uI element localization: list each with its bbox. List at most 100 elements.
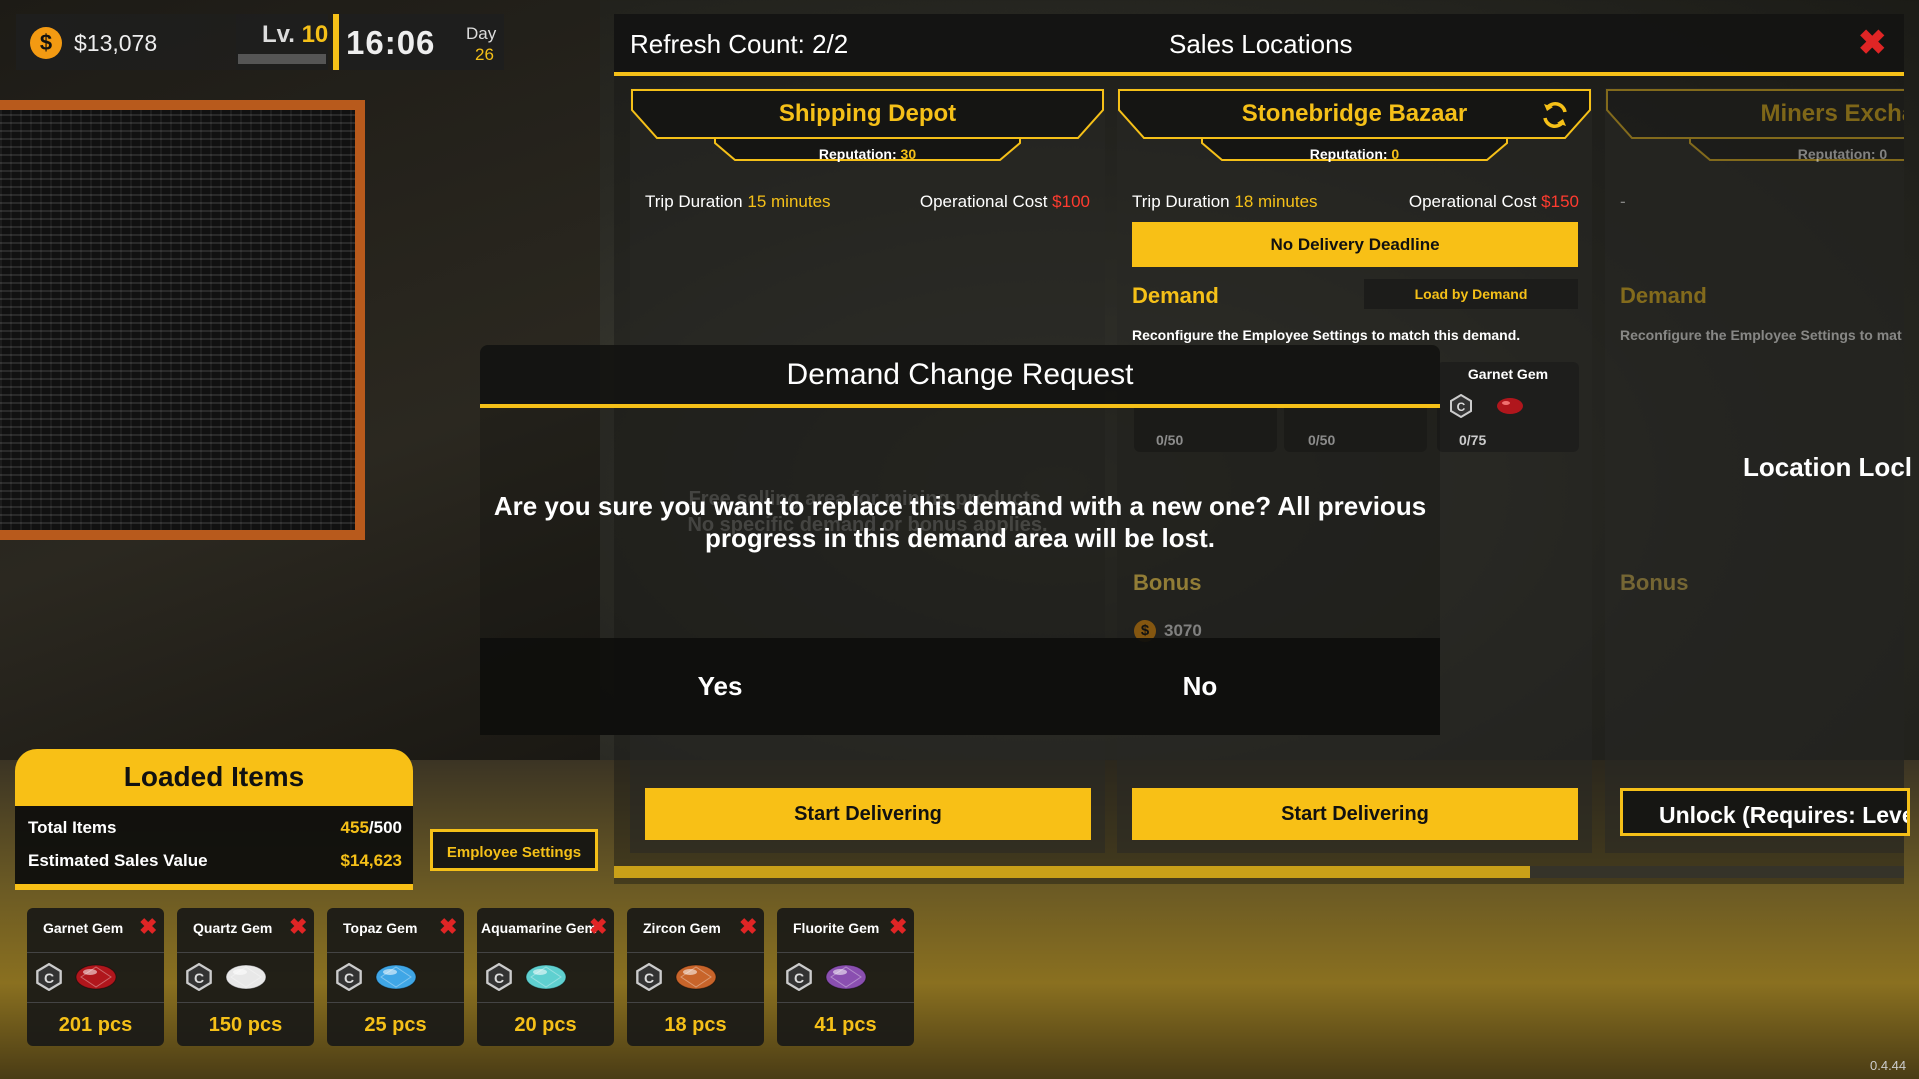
estimated-value-label: Estimated Sales Value [28, 851, 208, 870]
dialog-message-line: progress in this demand area will be los… [704, 523, 1216, 553]
loaded-items-title: Loaded Items [123, 761, 305, 792]
loaded-gem-card: Quartz Gem ✖ C 150 pcs [177, 908, 314, 1046]
gem-divider [627, 1002, 764, 1003]
sales-title: Sales Locations [1169, 29, 1353, 59]
gem-icon [223, 962, 269, 997]
common-badge-icon: C [1449, 393, 1473, 423]
cost-value: $100 [1052, 192, 1090, 211]
trip-duration: Trip Duration 18 minutes [1132, 192, 1318, 212]
money-value: $13,078 [74, 30, 158, 56]
gem-divider [327, 1002, 464, 1003]
reputation-value: 0 [1879, 146, 1888, 162]
reputation-label: Reputation: [818, 146, 897, 162]
employee-settings-button[interactable]: Employee Settings [430, 829, 598, 871]
coin-icon: $ [30, 27, 62, 59]
refresh-demand-icon[interactable] [1540, 100, 1570, 135]
remove-gem-icon[interactable]: ✖ [889, 914, 907, 940]
close-icon[interactable]: ✖ [1858, 26, 1887, 60]
svg-text:C: C [344, 970, 354, 986]
common-badge-icon: C [785, 962, 813, 996]
gem-quantity: 41 pcs [814, 1014, 877, 1036]
reputation-label: Reputation: [1309, 146, 1388, 162]
gem-quantity: 25 pcs [364, 1014, 427, 1036]
level-value: 10 [301, 21, 329, 48]
gem-icon [673, 962, 719, 997]
gem-name: Aquamarine Gem [481, 920, 597, 936]
total-items-max: /500 [368, 818, 402, 837]
reputation: Reputation: 30 [630, 146, 1105, 162]
gem-quantity: 20 pcs [514, 1014, 577, 1036]
bonus-heading: Bonus [1620, 570, 1689, 595]
svg-text:C: C [794, 970, 804, 986]
cost-value: $150 [1541, 192, 1579, 211]
yes-button[interactable]: Yes [480, 638, 960, 735]
load-by-demand-button[interactable]: Load by Demand [1364, 279, 1578, 309]
dialog-message-line: Are you sure you want to replace this de… [493, 491, 1427, 521]
common-badge-icon: C [35, 962, 63, 996]
gem-name: Quartz Gem [193, 920, 273, 936]
start-delivering-button[interactable]: Start Delivering [645, 788, 1091, 840]
location-locked-text: Location Locl [1743, 452, 1912, 482]
trip-duration: Trip Duration 15 minutes [645, 192, 831, 212]
operational-cost: Operational Cost $150 [1357, 192, 1579, 212]
svg-text:C: C [194, 970, 204, 986]
remove-gem-icon[interactable]: ✖ [289, 914, 307, 940]
reputation-value: 30 [900, 146, 917, 162]
loaded-gem-card: Zircon Gem ✖ C 18 pcs [627, 908, 764, 1046]
level-progress-bar [238, 54, 326, 64]
reconfigure-hint: Reconfigure the Employee Settings to mat [1620, 327, 1902, 343]
no-button[interactable]: No [960, 638, 1440, 735]
gem-divider [777, 952, 914, 953]
remove-gem-icon[interactable]: ✖ [439, 914, 457, 940]
loaded-gem-card: Topaz Gem ✖ C 25 pcs [327, 908, 464, 1046]
demand-heading: Demand [1620, 283, 1707, 308]
svg-text:C: C [494, 970, 504, 986]
gem-divider [777, 1002, 914, 1003]
trip-value: 18 minutes [1234, 192, 1318, 211]
location-name: Miners Exchar [1760, 100, 1919, 127]
gem-divider [327, 952, 464, 953]
remove-gem-icon[interactable]: ✖ [139, 914, 157, 940]
day-label: Day [466, 24, 497, 43]
cost-label: Operational Cost [919, 192, 1048, 211]
background-mesh-window [0, 100, 365, 540]
gem-name: Garnet Gem [43, 920, 124, 936]
loaded-gem-card: Aquamarine Gem ✖ C 20 pcs [477, 908, 614, 1046]
gem-name: Zircon Gem [643, 920, 721, 936]
gem-icon [523, 962, 569, 997]
loaded-gem-card: Fluorite Gem ✖ C 41 pcs [777, 908, 914, 1046]
start-delivering-button[interactable]: Start Delivering [1132, 788, 1578, 840]
gem-divider [477, 1002, 614, 1003]
gem-quantity: 150 pcs [208, 1014, 283, 1036]
reputation: Reputation: 0 [1117, 146, 1592, 162]
location-name: Shipping Depot [778, 100, 957, 127]
demand-slot-name: Garnet Gem [1467, 366, 1549, 382]
svg-text:C: C [1457, 400, 1466, 414]
unlock-button[interactable]: Unlock (Requires: Leve [1620, 788, 1910, 836]
gem-divider [177, 1002, 314, 1003]
demand-heading: Demand [1132, 283, 1219, 308]
day-value: 26 [475, 45, 494, 64]
remove-gem-icon[interactable]: ✖ [739, 914, 757, 940]
reputation: Reputation: 0 [1605, 146, 1919, 162]
trip-value: 15 minutes [747, 192, 831, 211]
reputation-value: 0 [1391, 146, 1400, 162]
level-display: Lv. 10 [262, 21, 328, 49]
common-badge-icon: C [335, 962, 363, 996]
clock-time: 16:06 [346, 24, 436, 61]
svg-text:C: C [44, 970, 54, 986]
gem-divider [27, 952, 164, 953]
demand-slot-garnet: Garnet Gem C 0/75 [1437, 362, 1579, 452]
gem-name: Fluorite Gem [793, 920, 880, 936]
loaded-gem-card: Garnet Gem ✖ C 201 pcs [27, 908, 164, 1046]
location-name: Stonebridge Bazaar [1241, 100, 1468, 127]
gem-quantity: 201 pcs [58, 1014, 133, 1036]
total-items-label: Total Items [28, 818, 117, 837]
gem-divider [627, 952, 764, 953]
gem-name: Topaz Gem [343, 920, 418, 936]
gem-divider [27, 1002, 164, 1003]
remove-gem-icon[interactable]: ✖ [589, 914, 607, 940]
reconfigure-hint: Reconfigure the Employee Settings to mat… [1132, 327, 1521, 343]
gem-icon [373, 962, 419, 997]
level-label: Lv. [262, 21, 295, 48]
